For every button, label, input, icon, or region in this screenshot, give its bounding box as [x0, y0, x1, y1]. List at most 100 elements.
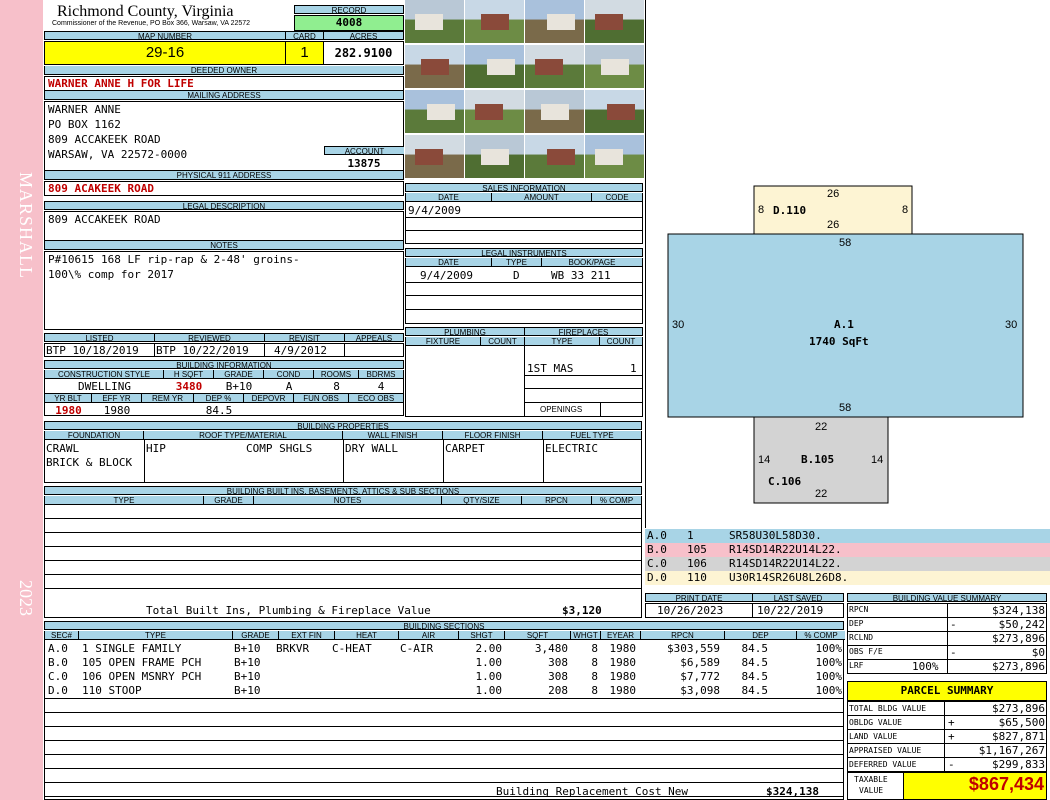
sections-header-cell: WHGT [571, 631, 601, 640]
vs-obs-sign: - [950, 646, 957, 659]
sections-cell-type: 110 STOOP [82, 684, 142, 697]
sections-cell-comp: 100% [815, 642, 843, 655]
sections-rule [44, 740, 844, 741]
property-photo[interactable] [585, 0, 644, 43]
bi2-h-grade: GRADE [204, 496, 254, 505]
vs-lrf: $273,896 [992, 660, 1045, 673]
sections-cell-shgt: 1.00 [475, 656, 503, 669]
listed-div3 [344, 343, 345, 357]
parcel-def-sign: - [948, 758, 955, 771]
card-number: 1 [285, 41, 324, 65]
parcel-land-label: LAND VALUE [849, 732, 898, 741]
plumbing-label: PLUMBING [405, 327, 524, 336]
sections-cell-shgt: 2.00 [475, 642, 503, 655]
print-label: PRINT DATE [645, 593, 752, 602]
bi-h-cond: COND [264, 370, 314, 379]
legal-instr-label: LEGAL INSTRUMENTS [405, 248, 643, 257]
parcel-obldg-label: OBLDG VALUE [849, 718, 902, 727]
sections-cell-rpcn: $6,589 [680, 656, 720, 669]
builtins-box [44, 496, 642, 618]
prop-fuel: ELECTRIC [545, 442, 598, 455]
bi-yrblt: 1980 [55, 404, 82, 417]
sections-cell-eyear: 1980 [609, 642, 637, 655]
property-photo[interactable] [465, 45, 524, 88]
sections-rule [44, 768, 844, 769]
revisit-value: 4/9/2012 [274, 344, 327, 357]
li-rule1 [405, 282, 643, 283]
account-label: ACCOUNT [324, 146, 404, 155]
sections-rule [44, 754, 844, 755]
taxable-div [903, 772, 904, 800]
sketch-legend: A.0 1 SR58U30L58D30. B.0 105 R14SD14R22U… [645, 529, 1050, 589]
sections-header-cell: % COMP [797, 631, 845, 640]
fire-h-type: TYPE [525, 337, 600, 346]
saved-date: 10/22/2019 [757, 604, 824, 617]
sketch-a-top: 58 [839, 237, 852, 249]
property-photo[interactable] [405, 135, 464, 178]
sketch-b-top: 22 [815, 421, 828, 433]
value-summary-label: BUILDING VALUE SUMMARY [847, 593, 1047, 602]
sections-cell-type: 106 OPEN MSNRY PCH [82, 670, 202, 683]
property-photo[interactable] [525, 90, 584, 133]
building-shape [481, 14, 509, 30]
property-photo[interactable] [585, 135, 644, 178]
vs-dep-sign: - [950, 618, 957, 631]
bi-grade: B+10 [225, 380, 253, 393]
photo-grid [405, 0, 645, 182]
property-photo[interactable] [405, 45, 464, 88]
prop-foundation1: CRAWL [46, 442, 80, 455]
vs-lrf-pct: 100% [912, 660, 939, 673]
property-photo[interactable] [405, 90, 464, 133]
record-label: RECORD [294, 5, 404, 14]
taxable-value: $867,434 [968, 774, 1044, 794]
li-date: 9/4/2009 [420, 269, 473, 282]
property-photo[interactable] [465, 0, 524, 43]
legend-row: A.0 1 SR58U30L58D30. [645, 529, 1050, 543]
prop-foundation2: BRICK & BLOCK [46, 456, 133, 469]
sketch-drawing [667, 185, 1024, 504]
legend-row: B.0 105 R14SD14R22U14L22. [645, 543, 1050, 557]
li-h-date: DATE [406, 258, 492, 267]
fire-count: 1 [630, 362, 637, 375]
legal-instr-box [405, 258, 643, 324]
sections-cell-grade: B+10 [234, 642, 261, 655]
property-photo[interactable] [585, 45, 644, 88]
prop-roof-type: HIP [146, 442, 166, 455]
sections-cell-comp: 100% [815, 656, 843, 669]
sketch-a-label: A.1 [834, 318, 854, 331]
prop-div2 [343, 440, 344, 483]
property-photo[interactable] [525, 45, 584, 88]
property-photo[interactable] [405, 0, 464, 43]
legend-sec: C.0 [647, 557, 667, 570]
building-shape [421, 59, 449, 75]
bi-h-effyr: EFF YR [92, 394, 142, 403]
bi-h-rooms: ROOMS [314, 370, 359, 379]
reviewed-value: BTP 10/22/2019 [156, 344, 249, 357]
building-shape [547, 149, 575, 165]
sidebar-name: MARSHALL [16, 172, 36, 280]
building-shape [535, 59, 563, 75]
bi2-rule4 [44, 560, 642, 561]
prop-floor: CARPET [445, 442, 485, 455]
bi-effyr: 1980 [103, 404, 131, 417]
listed-div1 [154, 343, 155, 357]
property-photo[interactable] [585, 90, 644, 133]
legend-sec: D.0 [647, 571, 667, 584]
property-photo[interactable] [465, 135, 524, 178]
sections-cell-sec: B.0 [48, 656, 68, 669]
sections-header-cell: RPCN [641, 631, 725, 640]
prop-div3 [443, 440, 444, 483]
sections-header-cell: SEC# [45, 631, 79, 640]
parcel-div [944, 701, 945, 772]
property-photo[interactable] [525, 0, 584, 43]
li-rule3 [405, 309, 643, 310]
bi2-h-type: TYPE [45, 496, 204, 505]
sales-rule1 [405, 217, 643, 218]
sections-cell-rpcn: $3,098 [680, 684, 720, 697]
property-photo[interactable] [525, 135, 584, 178]
property-photo[interactable] [465, 90, 524, 133]
sketch-d-label: D.110 [773, 204, 807, 217]
bi2-h-comp: % COMP [592, 496, 641, 505]
sections-cell-shgt: 1.00 [475, 684, 503, 697]
sketch-c-label: C.106 [768, 475, 802, 488]
